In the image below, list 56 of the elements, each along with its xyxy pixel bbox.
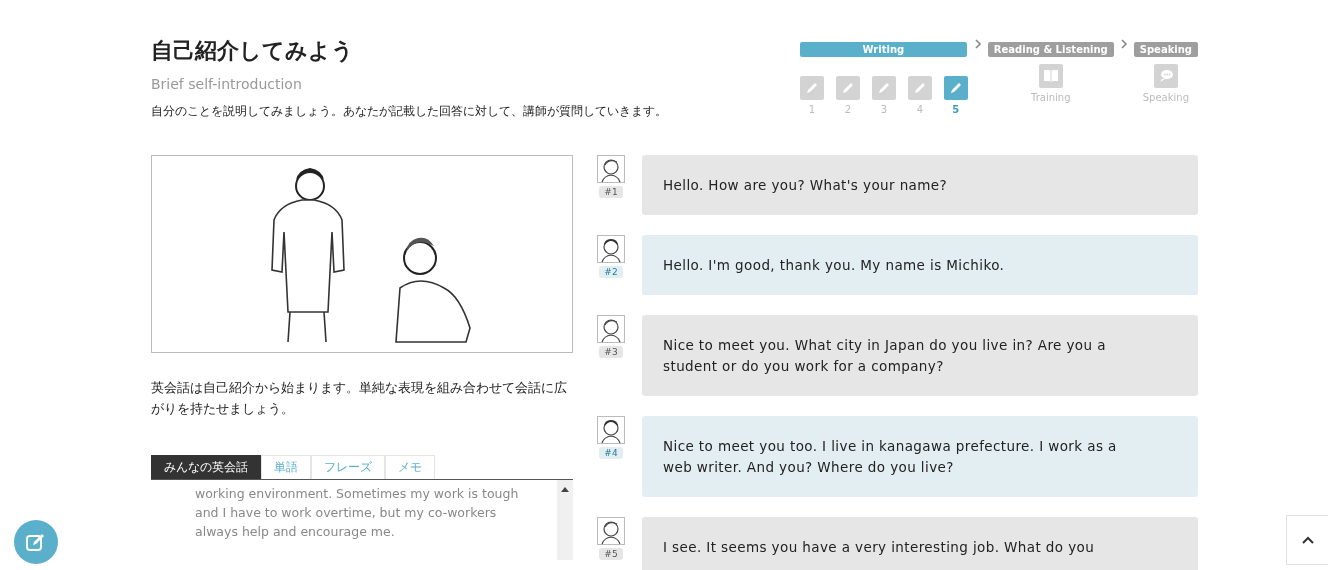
pencil-icon xyxy=(804,81,819,95)
pencil-button[interactable] xyxy=(943,76,968,100)
edit-icon xyxy=(25,531,47,553)
stage-label[interactable]: Speaking xyxy=(1133,42,1198,57)
step-number: 3 xyxy=(880,104,887,115)
avatar-icon xyxy=(597,235,625,263)
pencil-icon xyxy=(840,81,855,95)
tab[interactable]: フレーズ xyxy=(311,455,385,479)
scroll-up-icon[interactable] xyxy=(561,487,569,492)
intro-text: 英会話は自己紹介から始まります。単純な表現を組み合わせて会話に広がりを持たせましょう。 xyxy=(151,379,568,418)
avatar-icon xyxy=(597,517,625,545)
tab[interactable]: みんなの英会話 xyxy=(151,455,261,479)
book-icon xyxy=(1042,69,1059,83)
message-number: #2 xyxy=(599,266,623,278)
message-number: #5 xyxy=(599,548,623,560)
pencil-button[interactable] xyxy=(835,76,860,100)
page-description: 自分のことを説明してみましょう。あなたが記載した回答に対して、講師が質問していきます。 xyxy=(151,104,667,119)
chat-button[interactable] xyxy=(1153,64,1178,88)
pencil-button[interactable] xyxy=(799,76,824,100)
message-number: #3 xyxy=(599,346,623,358)
step-number: 2 xyxy=(844,104,851,115)
chevron-up-icon xyxy=(1300,535,1315,545)
chevron-icon xyxy=(1119,39,1128,49)
page-subtitle: Brief self-introduction xyxy=(151,76,303,92)
avatar-icon xyxy=(597,155,625,183)
pencil-icon xyxy=(912,81,927,95)
message-text: I see. It seems you have a very interesting job. What do you xyxy=(663,539,1095,555)
tab[interactable]: 単語 xyxy=(261,455,311,479)
message-number: #1 xyxy=(599,186,623,198)
pencil-button[interactable] xyxy=(907,76,932,100)
message-text: Nice to meet you too. I live in kanagawa prefecture. I work as a web writer. And you? Where do you live? xyxy=(663,438,1117,475)
answer-text: working environment. Sometimes my work is tough and I have to work overtime, but my co-workers always help and encourage me. xyxy=(194,485,520,541)
avatar-icon xyxy=(597,315,625,343)
chevron-icon xyxy=(973,39,982,49)
stage-caption: Speaking xyxy=(1142,92,1189,103)
pencil-button[interactable] xyxy=(871,76,896,100)
stage-label[interactable]: Writing xyxy=(799,42,967,57)
pencil-icon xyxy=(948,81,963,95)
stage-caption: Training xyxy=(1031,92,1071,103)
message-text: Nice to meet you. What city in Japan do you live in? Are you a student or do you work for a company? xyxy=(663,337,1106,374)
step-number: 4 xyxy=(916,104,923,115)
pencil-icon xyxy=(876,81,891,95)
speech-bubble-icon xyxy=(1157,69,1174,83)
message-number: #4 xyxy=(599,447,623,459)
book-button[interactable] xyxy=(1038,64,1063,88)
page-title: 自己紹介してみよう xyxy=(151,37,355,65)
stage-label[interactable]: Reading & Listening xyxy=(987,42,1114,57)
message-text: Hello. How are you? What's your name? xyxy=(663,177,948,193)
tab[interactable]: メモ xyxy=(385,455,435,479)
step-number: 1 xyxy=(808,104,815,115)
avatar-icon xyxy=(597,416,625,444)
scrollbar[interactable] xyxy=(557,480,573,560)
scroll-top-button[interactable] xyxy=(1286,515,1328,565)
edit-button[interactable] xyxy=(14,520,58,564)
message-text: Hello. I'm good, thank you. My name is Michiko. xyxy=(663,257,1005,273)
step-number: 5 xyxy=(952,104,960,115)
